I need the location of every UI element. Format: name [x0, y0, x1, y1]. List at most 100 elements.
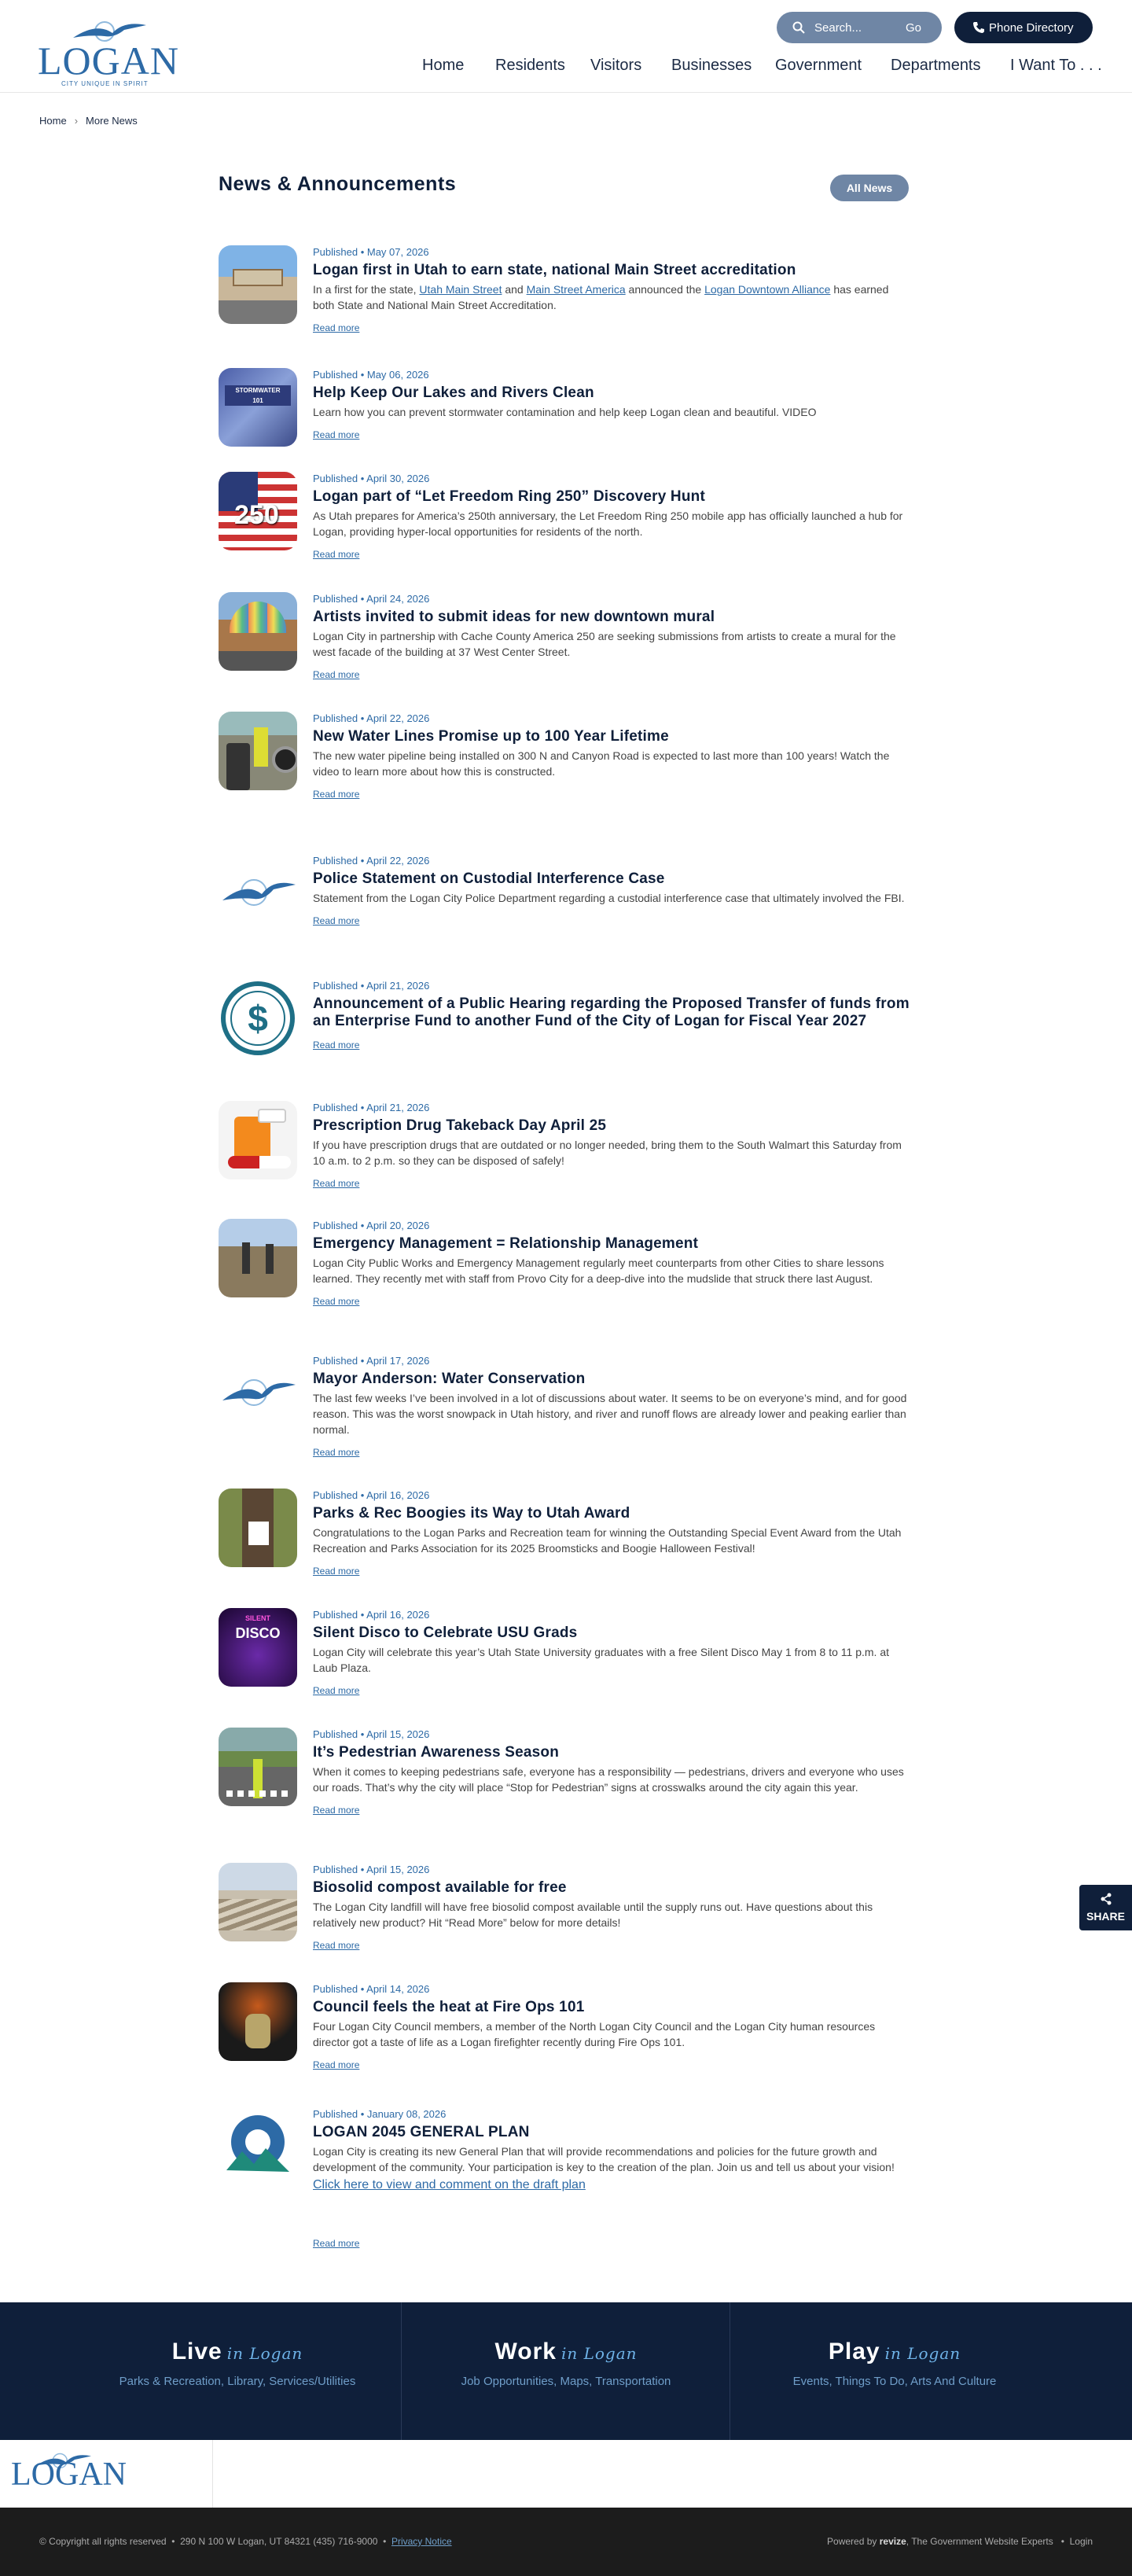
read-more-link[interactable]: Read more	[313, 1447, 359, 1458]
draft-plan-link[interactable]: Click here to view and comment on the dr…	[313, 2178, 910, 2192]
news-title[interactable]: Police Statement on Custodial Interferen…	[313, 870, 910, 888]
news-title[interactable]: Mayor Anderson: Water Conservation	[313, 1371, 910, 1388]
news-date: Published • April 24, 2026	[313, 593, 430, 605]
news-date: Published • April 21, 2026	[313, 1102, 430, 1113]
news-thumbnail[interactable]: DISCO SILENT	[219, 1608, 297, 1687]
footer-logo-wordmark[interactable]: LOGAN	[11, 2456, 127, 2493]
news-title[interactable]: Logan first in Utah to earn state, natio…	[313, 262, 910, 279]
news-title[interactable]: New Water Lines Promise up to 100 Year L…	[313, 728, 910, 745]
footer-work-sub: Job Opportunities, Maps, Transportation	[461, 2375, 671, 2388]
all-news-button[interactable]: All News	[830, 175, 909, 201]
footer-play[interactable]: Play in Logan Events, Things To Do, Arts …	[730, 2302, 1060, 2440]
phone-directory-button[interactable]: Phone Directory	[954, 12, 1093, 43]
search-input[interactable]: Search...	[814, 21, 862, 35]
footer-links-band: Live in Logan Parks & Recreation, Library…	[0, 2302, 1132, 2440]
read-more-link[interactable]: Read more	[313, 1040, 359, 1051]
news-thumbnail[interactable]	[219, 1489, 297, 1567]
news-thumbnail[interactable]	[219, 1982, 297, 2061]
read-more-link[interactable]: Read more	[313, 1685, 359, 1696]
nav-i-want-to[interactable]: I Want To . . .	[1010, 57, 1102, 75]
news-description: Statement from the Logan City Police Dep…	[313, 892, 905, 904]
read-more-link[interactable]: Read more	[313, 1805, 359, 1816]
news-title[interactable]: Parks & Rec Boogies its Way to Utah Awar…	[313, 1505, 910, 1522]
read-more-link[interactable]: Read more	[313, 915, 359, 926]
news-title[interactable]: Biosolid compost available for free	[313, 1879, 910, 1897]
news-thumbnail[interactable]	[219, 1219, 297, 1297]
powered-by-suffix: , The Government Website Experts	[906, 2536, 1053, 2547]
news-thumbnail[interactable]: 250	[219, 472, 297, 550]
news-thumbnail[interactable]	[219, 854, 297, 933]
login-link[interactable]: Login	[1070, 2536, 1093, 2547]
footer-play-heading: Play	[828, 2339, 880, 2364]
news-date: Published • April 14, 2026	[313, 1983, 430, 1995]
main-nav: Home Residents Visitors Businesses Gover…	[0, 57, 1132, 80]
news-title[interactable]: LOGAN 2045 GENERAL PLAN	[313, 2124, 910, 2141]
inline-link[interactable]: Main Street America	[527, 283, 626, 296]
footer-divider	[212, 2440, 213, 2508]
news-title[interactable]: Council feels the heat at Fire Ops 101	[313, 1999, 910, 2016]
news-thumbnail[interactable]: $	[219, 979, 297, 1058]
read-more-link[interactable]: Read more	[313, 1296, 359, 1307]
nav-businesses[interactable]: Businesses	[671, 57, 752, 75]
news-title[interactable]: It’s Pedestrian Awareness Season	[313, 1744, 910, 1761]
news-title[interactable]: Announcement of a Public Hearing regardi…	[313, 995, 910, 1030]
news-thumbnail[interactable]	[219, 2107, 297, 2186]
search-go-button[interactable]: Go	[906, 21, 921, 35]
read-more-link[interactable]: Read more	[313, 429, 359, 440]
footer-live-heading: Live	[171, 2339, 222, 2364]
news-thumbnail[interactable]	[219, 1728, 297, 1806]
read-more-link[interactable]: Read more	[313, 2059, 359, 2070]
footer-work[interactable]: Work in Logan Job Opportunities, Maps, Tr…	[401, 2302, 731, 2440]
breadcrumb: Home › More News	[39, 115, 138, 127]
read-more-link[interactable]: Read more	[313, 2238, 359, 2249]
news-date: Published • April 21, 2026	[313, 980, 430, 992]
page-title: News & Announcements	[219, 173, 457, 195]
news-title[interactable]: Prescription Drug Takeback Day April 25	[313, 1117, 910, 1135]
nav-residents[interactable]: Residents	[495, 57, 565, 75]
footer-live[interactable]: Live in Logan Parks & Recreation, Library…	[72, 2302, 402, 2440]
news-date: Published • April 17, 2026	[313, 1355, 430, 1367]
inline-link[interactable]: Logan Downtown Alliance	[704, 283, 830, 296]
search-box[interactable]: Search... Go	[777, 12, 942, 43]
svg-text:$: $	[248, 998, 268, 1039]
inline-link[interactable]: Utah Main Street	[419, 283, 502, 296]
news-title[interactable]: Emergency Management = Relationship Mana…	[313, 1235, 910, 1253]
search-icon	[792, 21, 805, 34]
news-title[interactable]: Artists invited to submit ideas for new …	[313, 609, 910, 626]
news-title[interactable]: Help Keep Our Lakes and Rivers Clean	[313, 385, 910, 402]
news-thumbnail[interactable]: STORMWATER 101	[219, 368, 297, 447]
nav-home[interactable]: Home	[422, 57, 464, 75]
news-title[interactable]: Silent Disco to Celebrate USU Grads	[313, 1625, 910, 1642]
news-thumbnail[interactable]	[219, 245, 297, 324]
news-thumbnail[interactable]	[219, 592, 297, 671]
news-thumbnail[interactable]	[219, 1354, 297, 1433]
phone-icon	[973, 22, 984, 33]
logo-bird-icon	[222, 879, 296, 906]
news-date: Published • April 15, 2026	[313, 1728, 430, 1740]
news-description: As Utah prepares for America’s 250th ann…	[313, 510, 903, 538]
read-more-link[interactable]: Read more	[313, 789, 359, 800]
news-thumbnail[interactable]	[219, 1863, 297, 1941]
nav-departments[interactable]: Departments	[891, 57, 981, 75]
breadcrumb-home[interactable]: Home	[39, 115, 67, 127]
news-title[interactable]: Logan part of “Let Freedom Ring 250” Dis…	[313, 488, 910, 506]
read-more-link[interactable]: Read more	[313, 549, 359, 560]
news-date: Published • April 16, 2026	[313, 1609, 430, 1621]
news-thumbnail[interactable]	[219, 712, 297, 790]
revize-link[interactable]: revize	[880, 2536, 906, 2547]
share-button[interactable]: SHARE	[1079, 1885, 1132, 1930]
read-more-link[interactable]: Read more	[313, 1566, 359, 1577]
footer-live-sub: Parks & Recreation, Library, Services/Ut…	[119, 2375, 356, 2388]
read-more-link[interactable]: Read more	[313, 669, 359, 680]
nav-visitors[interactable]: Visitors	[590, 57, 641, 75]
news-description: If you have prescription drugs that are …	[313, 1139, 902, 1167]
read-more-link[interactable]: Read more	[313, 1940, 359, 1951]
read-more-link[interactable]: Read more	[313, 322, 359, 333]
news-thumbnail[interactable]	[219, 1101, 297, 1179]
nav-government[interactable]: Government	[775, 57, 862, 75]
news-date: Published • April 30, 2026	[313, 473, 430, 484]
news-description: Logan City in partnership with Cache Cou…	[313, 630, 896, 658]
news-description: Learn how you can prevent stormwater con…	[313, 406, 817, 418]
read-more-link[interactable]: Read more	[313, 1178, 359, 1189]
privacy-notice-link[interactable]: Privacy Notice	[391, 2536, 452, 2547]
